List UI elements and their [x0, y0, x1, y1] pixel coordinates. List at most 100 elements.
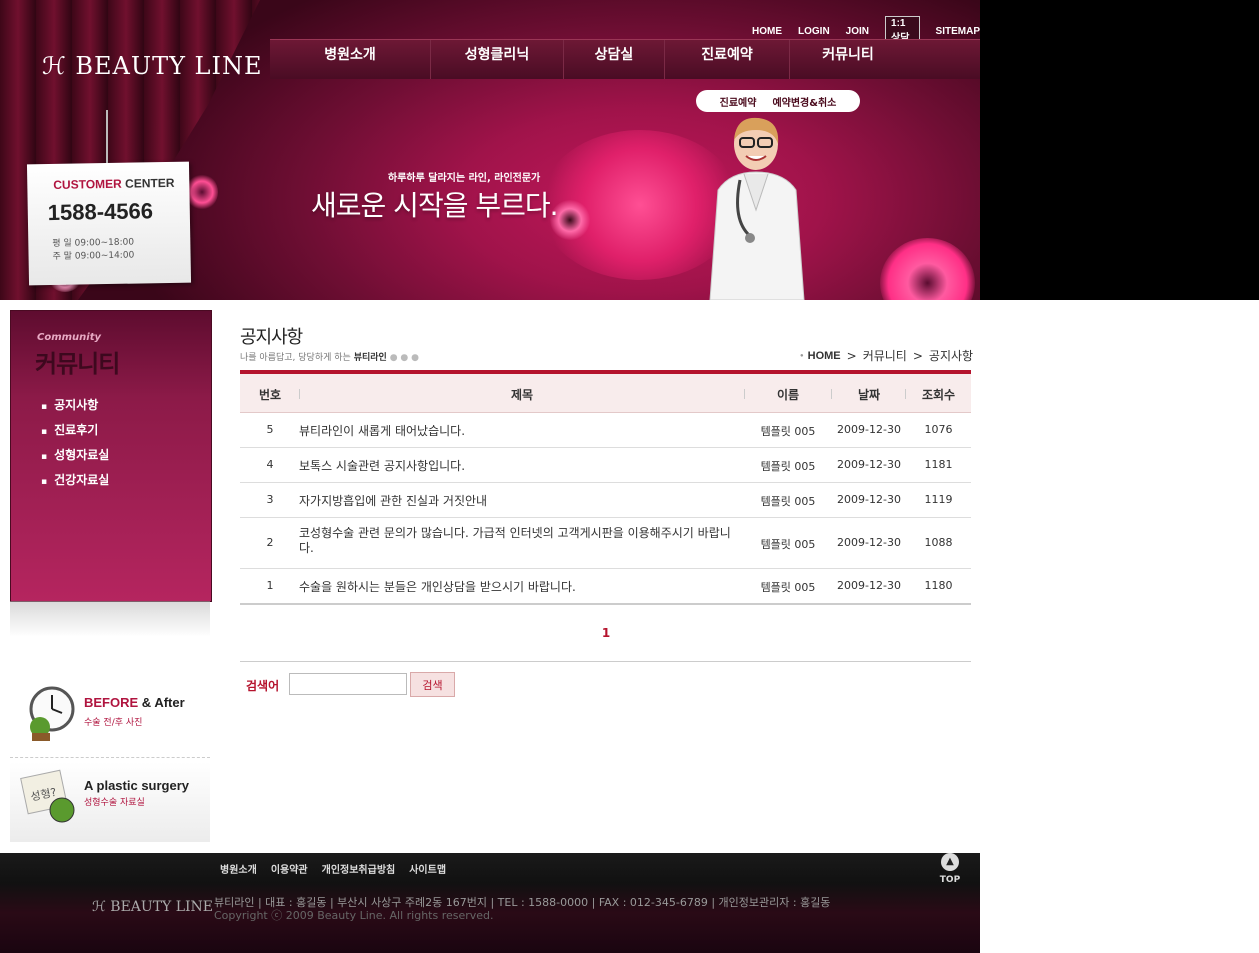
reserve-link[interactable]: 진료예약 — [720, 94, 757, 109]
sidebar-title: 커뮤니티 — [35, 350, 120, 378]
breadcrumb-separator: > — [846, 348, 857, 363]
header-visual: ℋ BEAUTY LINE HOME LOGIN JOIN 1:1상담 SITE… — [0, 0, 980, 300]
sidebar-title-en: Community — [37, 332, 102, 343]
before-after-banner[interactable]: BEFORE & After 수술 전/후 사진 — [10, 677, 210, 758]
row-author: 템플릿 005 — [760, 460, 816, 473]
board-bottom-border — [240, 603, 971, 605]
flower-decoration — [880, 238, 975, 300]
table-row: 2 코성형수술 관련 문의가 많습니다. 가급적 인터넷의 고객게시판을 이용해… — [240, 517, 971, 569]
row-date: 2009-12-30 — [837, 458, 901, 471]
row-num: 5 — [266, 423, 274, 436]
row-hits: 1088 — [924, 536, 953, 549]
card-hanger — [106, 110, 108, 165]
sidebar-item-health-library[interactable]: 건강자료실 — [41, 471, 109, 488]
divider — [240, 661, 971, 662]
sidebar-menu: Community 커뮤니티 공지사항 진료후기 성형자료실 건강자료실 — [10, 310, 212, 602]
row-title-link[interactable]: 뷰티라인이 새롭게 태어났습니다. — [299, 422, 739, 439]
flower-decoration — [186, 174, 218, 210]
row-author: 템플릿 005 — [760, 425, 816, 438]
plastic-surgery-banner[interactable]: 성형? A plastic surgery 성형수술 자료실 — [10, 762, 210, 842]
row-num: 3 — [266, 493, 274, 506]
pagination-current-page[interactable]: 1 — [596, 626, 616, 640]
breadcrumb: HOME > 커뮤니티 > 공지사항 — [800, 347, 973, 364]
page-title: 공지사항 — [240, 327, 303, 348]
row-hits: 1180 — [924, 579, 953, 592]
row-author: 템플릿 005 — [760, 538, 816, 551]
breadcrumb-community[interactable]: 커뮤니티 — [863, 347, 907, 364]
reserve-change-link[interactable]: 예약변경&취소 — [772, 94, 836, 109]
breadcrumb-notice: 공지사항 — [928, 349, 974, 363]
table-row: 3 자가지방흡입에 관한 진실과 거짓안내 템플릿 005 2009-12-30… — [240, 482, 971, 518]
clock-icon — [29, 686, 75, 741]
topnav-sitemap-link[interactable]: SITEMAP — [936, 26, 980, 37]
topnav-home-link[interactable]: HOME — [752, 26, 782, 37]
table-row: 5 뷰티라인이 새롭게 태어났습니다. 템플릿 005 2009-12-30 1… — [240, 412, 971, 448]
topnav-login-link[interactable]: LOGIN — [798, 26, 830, 37]
search-input[interactable] — [289, 673, 407, 695]
column-header-hits: 조회수 — [921, 388, 956, 402]
footer-link-sitemap[interactable]: 사이트맵 — [409, 861, 446, 876]
nav-item-community[interactable]: 커뮤니티 — [790, 40, 906, 79]
before-after-title: BEFORE & After — [84, 695, 185, 710]
nav-item-consult[interactable]: 상담실 — [564, 40, 665, 79]
breadcrumb-separator: > — [912, 348, 923, 363]
nav-item-clinic[interactable]: 성형클리닉 — [431, 40, 564, 79]
page-subtitle: 나를 아름답고, 당당하게 하는 뷰티라인 ● ● ● — [240, 353, 419, 363]
tagline-headline: 새로운 시작을 부르다. — [311, 189, 559, 222]
doctor-illustration — [709, 117, 805, 300]
column-header-title: 제목 — [510, 388, 534, 402]
breadcrumb-home[interactable]: HOME — [800, 350, 841, 362]
row-hits: 1076 — [924, 423, 953, 436]
row-title-link[interactable]: 코성형수술 관련 문의가 많습니다. 가급적 인터넷의 고객게시판을 이용해주시… — [299, 526, 739, 556]
board-header-row: 번호 제목 이름 날짜 조회수 — [240, 374, 971, 413]
row-date: 2009-12-30 — [837, 536, 901, 549]
nav-item-hospital[interactable]: 병원소개 — [270, 40, 431, 79]
hours-weekend: 주 말 09:00~14:00 — [52, 250, 135, 262]
row-title-link[interactable]: 자가지방흡입에 관한 진실과 거짓안내 — [299, 492, 739, 509]
sidebar-item-review[interactable]: 진료후기 — [41, 421, 98, 438]
site-logo[interactable]: ℋ BEAUTY LINE — [42, 52, 262, 80]
sidebar-reflection — [10, 601, 210, 637]
header: ℋ BEAUTY LINE HOME LOGIN JOIN 1:1상담 SITE… — [0, 0, 1259, 300]
search-label: 검색어 — [246, 679, 280, 693]
nav-item-reservation[interactable]: 진료예약 — [665, 40, 790, 79]
plastic-surgery-subtitle: 성형수술 자료실 — [84, 798, 145, 808]
top-label: TOP — [939, 875, 961, 885]
footer-logo: ℋ BEAUTY LINE — [92, 899, 214, 915]
customer-center-card: CUSTOMER CENTER 1588-4566 평 일 09:00~18:0… — [26, 161, 192, 286]
customer-center-title: CUSTOMER CENTER — [53, 175, 175, 192]
search-button[interactable]: 검색 — [410, 672, 455, 697]
arrow-up-icon: ▲ — [941, 853, 959, 871]
sidebar-item-notice[interactable]: 공지사항 — [41, 396, 98, 413]
column-header-num: 번호 — [258, 388, 282, 402]
topnav-join-link[interactable]: JOIN — [846, 26, 869, 37]
table-row: 1 수술을 원하시는 분들은 개인상담을 받으시기 바랍니다. 템플릿 005 … — [240, 568, 971, 603]
customer-center-phone: 1588-4566 — [47, 198, 154, 226]
column-header-date: 날짜 — [857, 388, 881, 402]
footer-link-hospital[interactable]: 병원소개 — [220, 861, 257, 876]
row-title-link[interactable]: 보톡스 시술관련 공지사항입니다. — [299, 457, 739, 474]
sidebar-item-surgery-library[interactable]: 성형자료실 — [41, 446, 109, 463]
note-icon: 성형? — [20, 769, 75, 823]
table-row: 4 보톡스 시술관련 공지사항입니다. 템플릿 005 2009-12-30 1… — [240, 447, 971, 483]
before-after-subtitle: 수술 전/후 사진 — [84, 718, 143, 728]
footer-link-terms[interactable]: 이용약관 — [271, 861, 308, 876]
header-filler — [980, 0, 1259, 300]
row-date: 2009-12-30 — [837, 579, 901, 592]
scroll-top-button[interactable]: ▲ TOP — [934, 853, 966, 885]
column-header-name: 이름 — [776, 388, 800, 402]
tagline-small: 하루하루 달라지는 라인, 라인전문가 — [388, 173, 541, 184]
footer-links: 병원소개 이용약관 개인정보취급방침 사이트맵 — [220, 861, 446, 876]
row-author: 템플릿 005 — [760, 581, 816, 594]
footer-copyright: Copyright ⓒ 2009 Beauty Line. All rights… — [214, 909, 494, 922]
row-date: 2009-12-30 — [837, 493, 901, 506]
row-title-link[interactable]: 수술을 원하시는 분들은 개인상담을 받으시기 바랍니다. — [299, 578, 739, 595]
footer-link-privacy[interactable]: 개인정보취급방침 — [322, 861, 396, 876]
footer: 병원소개 이용약관 개인정보취급방침 사이트맵 ▲ TOP ℋ BEAUTY L… — [0, 853, 980, 953]
row-date: 2009-12-30 — [837, 423, 901, 436]
row-author: 템플릿 005 — [760, 495, 816, 508]
plastic-surgery-title: A plastic surgery — [84, 778, 190, 793]
row-num: 1 — [266, 579, 274, 592]
main-nav: 병원소개 성형클리닉 상담실 진료예약 커뮤니티 — [270, 39, 980, 79]
row-num: 2 — [266, 536, 274, 549]
